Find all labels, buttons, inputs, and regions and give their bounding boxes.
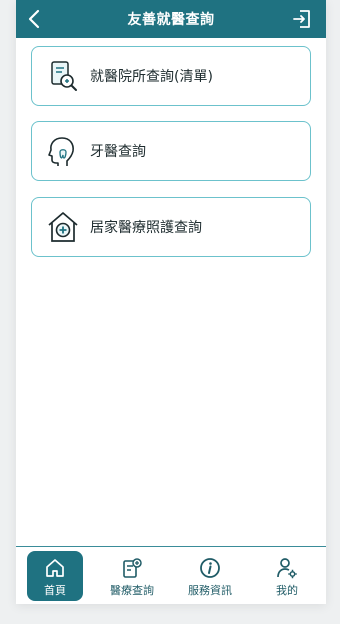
tab-my-account[interactable]: 我的 (259, 551, 315, 601)
tab-label: 醫療查詢 (110, 584, 154, 597)
dental-head-icon (48, 137, 74, 166)
logout-icon[interactable] (292, 9, 312, 29)
bottom-navigation: 首頁 醫療查詢 服務資訊 我的 (16, 546, 326, 604)
card-label: 居家醫療照護查詢 (90, 220, 202, 236)
card-label: 就醫院所查詢(清單) (90, 69, 213, 85)
info-icon (200, 558, 220, 578)
tab-label: 首頁 (44, 584, 66, 597)
tab-service-info[interactable]: 服務資訊 (182, 551, 238, 601)
home-care-icon (48, 212, 78, 242)
app-screen: 友善就醫查詢 就醫院所查詢(清單) 牙醫查詢 居家醫療照護查詢 首頁 醫療查詢 … (16, 0, 326, 604)
page-title: 友善就醫查詢 (127, 12, 215, 28)
home-care-search-card[interactable]: 居家醫療照護查詢 (31, 197, 311, 257)
hospital-list-search-card[interactable]: 就醫院所查詢(清單) (31, 46, 311, 106)
tab-home[interactable]: 首頁 (27, 551, 83, 601)
tab-label: 服務資訊 (188, 584, 232, 597)
hospital-search-icon (51, 61, 77, 91)
tab-medical-search[interactable]: 醫療查詢 (104, 551, 160, 601)
dentist-search-card[interactable]: 牙醫查詢 (31, 121, 311, 181)
user-settings-icon (277, 558, 297, 579)
tab-label: 我的 (276, 584, 298, 597)
top-app-bar: 友善就醫查詢 (16, 0, 326, 38)
medical-search-icon (123, 558, 142, 578)
card-label: 牙醫查詢 (90, 144, 146, 160)
home-icon (46, 559, 64, 577)
